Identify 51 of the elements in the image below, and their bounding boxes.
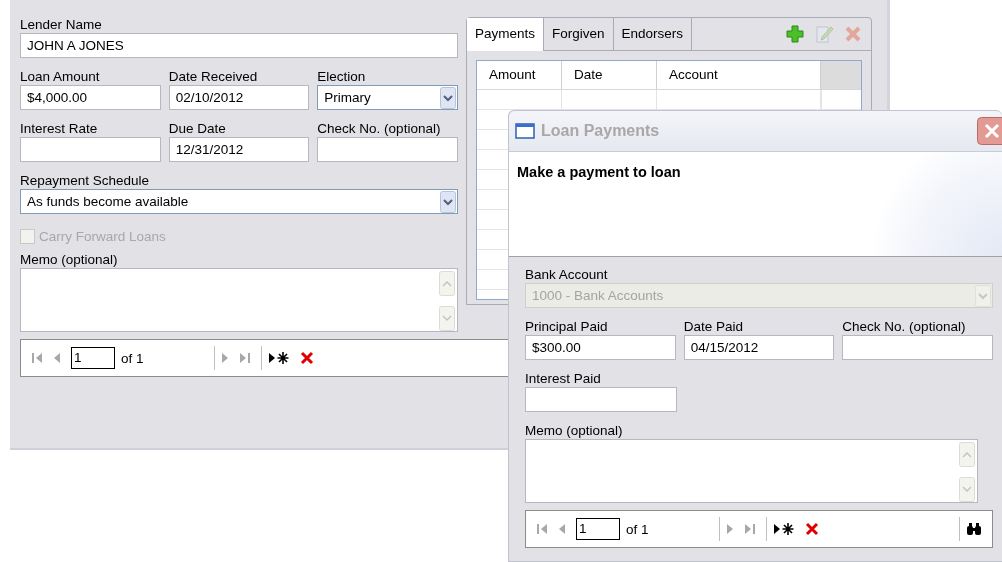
dropdown-field[interactable]: As funds become available — [20, 189, 458, 214]
dropdown-field[interactable]: Primary — [317, 85, 458, 110]
dialog-heading: Make a payment to loan — [517, 164, 682, 180]
field-label: Check No. (optional) — [317, 121, 442, 137]
new-record-button[interactable] — [772, 522, 795, 536]
input-field[interactable] — [525, 387, 677, 412]
column-header[interactable]: Date — [562, 61, 657, 89]
field-label: Due Date — [168, 121, 227, 137]
binoculars-icon[interactable] — [966, 522, 982, 536]
position-field[interactable]: 1 — [576, 518, 620, 540]
input-field[interactable] — [317, 137, 458, 162]
close-button[interactable] — [977, 117, 1002, 145]
add-button[interactable] — [785, 24, 805, 44]
field-label: Bank Account — [525, 267, 609, 283]
field-label: Repayment Schedule — [20, 173, 151, 189]
delete-button[interactable] — [804, 522, 819, 536]
dropdown-button[interactable] — [440, 190, 456, 213]
input-field[interactable]: 12/31/2012 — [168, 137, 310, 162]
field-label: Memo (optional) — [525, 423, 624, 439]
input-field[interactable]: $4,000.00 — [20, 85, 161, 110]
field-label: Principal Paid — [525, 319, 609, 335]
dialog-title: Loan Payments — [541, 122, 660, 140]
new-record-button[interactable] — [267, 351, 290, 365]
tab[interactable]: Payments — [467, 18, 545, 51]
field-label: Lender Name — [20, 17, 103, 33]
field-label: Loan Amount — [20, 69, 101, 85]
field-label: Interest Paid — [525, 371, 602, 387]
field-label: Election — [317, 69, 367, 85]
input-field[interactable]: 04/15/2012 — [683, 335, 835, 360]
field-label: Date Received — [168, 69, 259, 85]
scrollbar[interactable] — [959, 442, 975, 502]
memo-field[interactable] — [20, 268, 458, 332]
input-field[interactable] — [842, 335, 993, 360]
window-icon — [515, 123, 535, 139]
record-count: of 1 — [121, 350, 144, 366]
input-field[interactable]: JOHN A JONES — [20, 33, 458, 58]
scrollbar[interactable] — [439, 271, 455, 331]
checkbox-label: Carry Forward Loans — [39, 228, 166, 244]
memo-field[interactable] — [525, 439, 978, 503]
column-header[interactable]: Amount — [477, 61, 562, 89]
field-label: Interest Rate — [20, 121, 99, 137]
dropdown-button[interactable] — [440, 86, 456, 109]
field-label: Memo (optional) — [20, 252, 119, 268]
input-field[interactable] — [20, 137, 161, 162]
input-field[interactable]: $300.00 — [525, 335, 676, 360]
field-label: Check No. (optional) — [842, 319, 967, 335]
record-count: of 1 — [626, 521, 649, 537]
input-field[interactable]: 02/10/2012 — [168, 85, 310, 110]
field-label: Date Paid — [683, 319, 744, 335]
position-field[interactable]: 1 — [71, 347, 115, 369]
delete-button[interactable] — [299, 351, 314, 365]
